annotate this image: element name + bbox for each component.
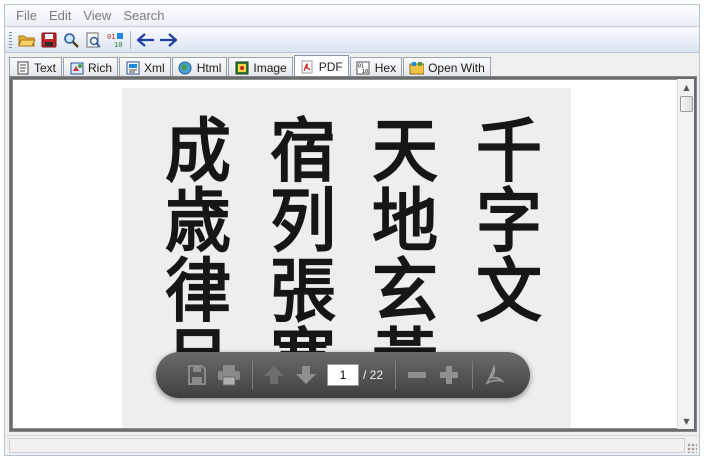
page-number-input[interactable]: 1: [327, 364, 359, 386]
pdf-viewer[interactable]: 千 字 文 天 地 玄 黃 宿 列 張 寒 成 歳: [12, 79, 679, 429]
text-document-icon: [15, 61, 30, 75]
pdf-icon: [300, 60, 315, 74]
rich-text-icon: [69, 61, 84, 75]
glyph: 天: [372, 110, 438, 192]
pdf-next-page-button[interactable]: [291, 360, 321, 390]
adobe-acrobat-icon: [485, 364, 505, 385]
glyph: 歳: [165, 180, 231, 262]
tab-xml[interactable]: Xml: [119, 57, 171, 77]
forward-arrow-icon: [160, 33, 177, 47]
glyph: 地: [372, 180, 438, 262]
arrow-down-icon: [296, 366, 316, 384]
image-icon: [234, 61, 249, 75]
pdf-floating-toolbar: 1 / 22: [156, 352, 530, 398]
scroll-up-arrow[interactable]: ▲: [678, 79, 695, 95]
tab-html[interactable]: Html: [171, 57, 228, 77]
printer-icon: [218, 365, 240, 386]
tab-label: PDF: [318, 59, 343, 74]
tab-pdf[interactable]: PDF: [293, 55, 349, 77]
menu-view[interactable]: View: [78, 6, 116, 26]
glyph: 玄: [372, 250, 438, 332]
scroll-thumb[interactable]: [680, 96, 693, 112]
tab-hex[interactable]: 01 10 Hex: [349, 57, 403, 77]
find-button[interactable]: [60, 29, 82, 51]
tab-label: Hex: [374, 60, 397, 75]
pdf-toolbar-separator: [472, 361, 474, 389]
glyph: 宿: [270, 110, 336, 192]
glyph: 字: [476, 180, 542, 262]
html-globe-icon: [178, 61, 193, 75]
vertical-scrollbar[interactable]: ▲ ▼: [677, 79, 694, 429]
back-arrow-icon: [137, 33, 154, 47]
search-icon: [64, 33, 79, 48]
tab-text[interactable]: Text: [9, 57, 63, 77]
pdf-adobe-button[interactable]: [479, 360, 509, 390]
pdf-viewer-frame: 千 字 文 天 地 玄 黃 宿 列 張 寒 成 歳: [9, 76, 697, 432]
toolbar: 01 10: [5, 28, 699, 53]
arrow-up-icon: [264, 366, 284, 384]
document-properties-icon: [86, 32, 101, 48]
menubar: File Edit View Search: [5, 5, 699, 27]
resize-grip[interactable]: [687, 443, 697, 453]
glyph: 文: [476, 250, 542, 332]
properties-button[interactable]: [82, 29, 104, 51]
app-window: File Edit View Search 01 10 Text Rich Xm…: [4, 4, 700, 456]
menu-file[interactable]: File: [11, 6, 42, 26]
forward-button[interactable]: [157, 29, 179, 51]
save-icon: [188, 365, 206, 385]
toolbar-grip[interactable]: [9, 32, 12, 48]
tab-image[interactable]: Image: [228, 57, 293, 77]
hex-code-button[interactable]: 01 10: [104, 29, 126, 51]
open-button[interactable]: [16, 29, 38, 51]
tab-rich[interactable]: Rich: [63, 57, 119, 77]
svg-text:10: 10: [114, 41, 122, 48]
pdf-zoom-in-button[interactable]: [434, 360, 464, 390]
tab-label: Open With: [428, 60, 485, 75]
tab-open-with[interactable]: Open With: [403, 57, 491, 77]
menu-edit[interactable]: Edit: [44, 6, 76, 26]
open-with-icon: [409, 61, 425, 75]
save-button[interactable]: [38, 29, 60, 51]
back-button[interactable]: [135, 29, 157, 51]
tab-label: Html: [196, 60, 222, 75]
pdf-zoom-out-button[interactable]: [402, 360, 432, 390]
text-column: 千 字 文: [469, 110, 549, 332]
menu-search[interactable]: Search: [118, 6, 169, 26]
tab-label: Image: [253, 60, 287, 75]
open-folder-icon: [18, 35, 36, 47]
save-icon: [41, 32, 57, 48]
hex-code-icon: 01 10: [107, 33, 123, 48]
pdf-save-button[interactable]: [182, 360, 212, 390]
svg-text:10: 10: [362, 69, 368, 75]
pdf-toolbar-separator: [252, 361, 253, 389]
plus-icon: [440, 366, 459, 384]
glyph: 千: [476, 110, 542, 192]
tab-label: Xml: [144, 60, 165, 75]
glyph: 列: [270, 180, 336, 262]
toolbar-separator: [130, 31, 131, 49]
hex-binary-icon: 01 10: [356, 61, 371, 75]
view-tabs: Text Rich Xml Html Image PDF 01 10 Hex O…: [9, 55, 492, 77]
glyph: 張: [270, 250, 336, 332]
glyph: 律: [165, 250, 231, 332]
svg-text:01: 01: [107, 33, 115, 41]
page-total-label: / 22: [363, 368, 384, 382]
pdf-toolbar-separator: [395, 361, 397, 389]
pdf-print-button[interactable]: [214, 360, 244, 390]
status-bar: [5, 435, 699, 455]
minus-icon: [408, 372, 427, 378]
glyph: 成: [165, 110, 231, 192]
scroll-down-arrow[interactable]: ▼: [678, 413, 695, 429]
xml-icon: [125, 61, 140, 75]
tab-label: Rich: [88, 60, 113, 75]
tab-label: Text: [34, 60, 57, 75]
pdf-previous-page-button[interactable]: [259, 360, 289, 390]
status-panel: [9, 438, 685, 453]
